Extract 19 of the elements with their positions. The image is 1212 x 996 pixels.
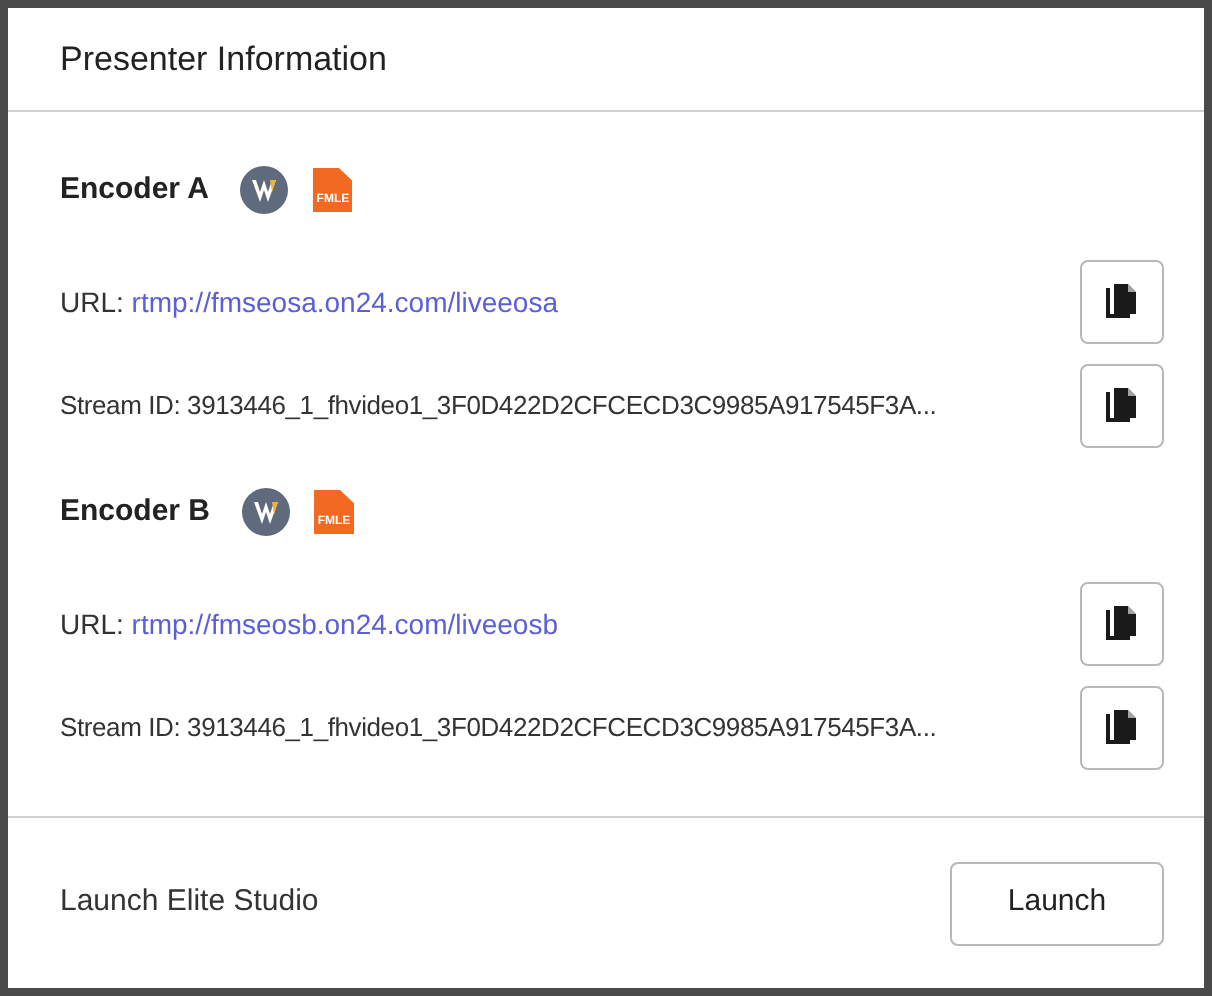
stream-id-text: Stream ID: 3913446_1_fhvideo1_3F0D422D2CFCECD3C9985A917545F3A... <box>60 388 937 425</box>
launch-button[interactable]: Launch <box>950 861 1164 945</box>
copy-icon <box>1104 708 1140 748</box>
dialog-title: Presenter Information <box>60 37 387 82</box>
copy-button[interactable] <box>1080 364 1164 448</box>
stream-id-text: Stream ID: 3913446_1_fhvideo1_3F0D422D2CFCECD3C9985A917545F3A... <box>60 710 937 747</box>
url-link[interactable]: rtmp://fmseosb.on24.com/liveeosb <box>131 607 559 639</box>
copy-icon <box>1104 282 1140 322</box>
url-text: URL: rtmp://fmseosb.on24.com/liveeosb <box>60 605 559 644</box>
encoder-title: Encoder A <box>60 169 209 210</box>
copy-button[interactable] <box>1080 582 1164 666</box>
copy-icon <box>1104 386 1140 426</box>
encoder-title: Encoder B <box>60 491 211 532</box>
copy-icon <box>1104 604 1140 644</box>
copy-button[interactable] <box>1080 686 1164 770</box>
launch-label: Launch Elite Studio <box>60 882 319 923</box>
copy-button[interactable] <box>1080 260 1164 344</box>
url-text: URL: rtmp://fmseosa.on24.com/liveeosa <box>60 283 559 322</box>
url-link[interactable]: rtmp://fmseosa.on24.com/liveeosa <box>131 285 559 317</box>
